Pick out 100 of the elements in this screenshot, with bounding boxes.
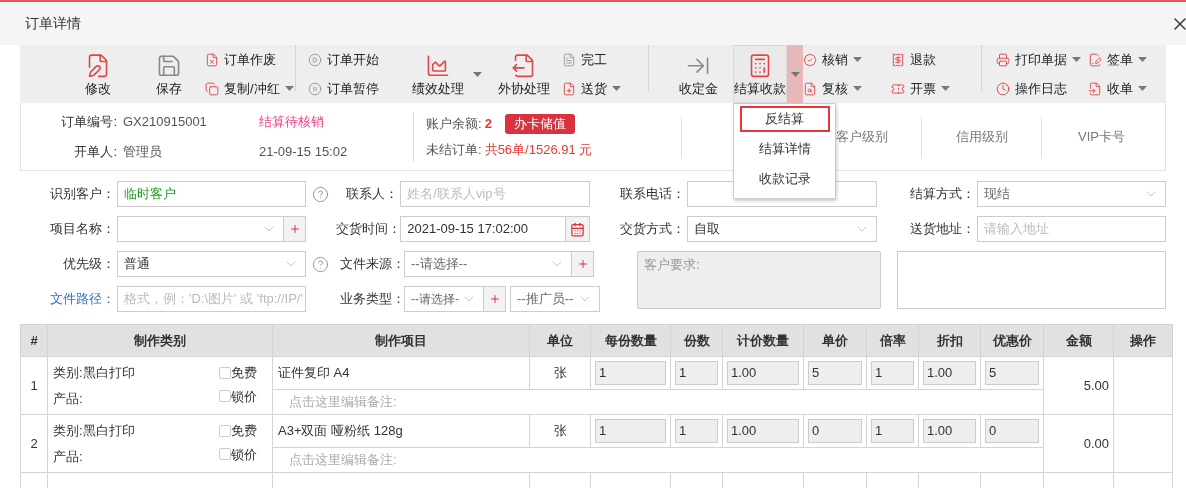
- checkbox[interactable]: [219, 366, 231, 379]
- checkbox[interactable]: [219, 448, 231, 461]
- column-label: 信用级别: [955, 127, 1008, 146]
- toolbar-button[interactable]: 退款: [891, 49, 981, 70]
- number-input[interactable]: 1: [595, 361, 666, 385]
- toolbar-button[interactable]: 外协处理: [486, 45, 562, 103]
- document-x-icon: [205, 52, 219, 67]
- receipt-icon: [891, 52, 905, 67]
- number-input[interactable]: 1.00: [923, 419, 976, 443]
- checkbox-label: 免费: [231, 364, 257, 382]
- toolbar-button[interactable]: 签单: [1088, 49, 1168, 70]
- toolbar-button[interactable]: 收定金: [663, 45, 733, 103]
- amount-cell: 5.00: [1043, 356, 1114, 415]
- plus-icon: [576, 258, 589, 270]
- toolbar-button[interactable]: 绩效处理: [408, 45, 468, 103]
- select-field[interactable]: [117, 216, 284, 242]
- number-input[interactable]: 1.00: [923, 361, 976, 385]
- add-button[interactable]: [284, 216, 306, 242]
- column-header: 份数: [670, 324, 723, 357]
- document-sign-icon: [1088, 52, 1102, 67]
- add-button[interactable]: [484, 286, 506, 312]
- field-label: 联系电话：: [619, 185, 687, 204]
- toolbar-button[interactable]: 核销: [803, 49, 891, 70]
- checkbox[interactable]: [219, 424, 231, 437]
- copy-icon: [205, 81, 219, 96]
- field-label: 识别客户：: [49, 185, 116, 204]
- number-input[interactable]: 0: [808, 419, 862, 443]
- dropdown-toggle[interactable]: [787, 45, 803, 103]
- field-label: 结算方式：: [909, 185, 976, 204]
- toolbar-button[interactable]: 完工: [562, 49, 648, 70]
- number-input[interactable]: 1: [871, 419, 914, 443]
- toolbar-button[interactable]: 操作日志: [996, 78, 1088, 99]
- select-field[interactable]: 普通: [117, 251, 306, 277]
- menu-item[interactable]: 收款记录: [739, 166, 830, 192]
- column-header: 倍率: [866, 324, 919, 357]
- menu-item[interactable]: 反结算: [739, 106, 830, 132]
- product-text: 产品:: [53, 447, 84, 466]
- select-field[interactable]: --推广员--: [510, 286, 600, 312]
- toolbar-button[interactable]: 修改: [63, 45, 133, 103]
- printer-icon: [996, 52, 1010, 67]
- caret-icon: [284, 86, 294, 91]
- toolbar-button[interactable]: 复核: [803, 78, 891, 99]
- caret-icon: [472, 71, 482, 77]
- calendar-button[interactable]: [566, 216, 591, 242]
- number-input[interactable]: 1: [871, 361, 914, 385]
- column-header: 计价数量: [722, 324, 804, 357]
- field-label: 交货方式：: [619, 220, 687, 239]
- toolbar-button[interactable]: 结算收款: [733, 45, 787, 103]
- caret-icon: [790, 71, 800, 77]
- number-input[interactable]: 5: [808, 361, 862, 385]
- caret-icon: [853, 57, 862, 62]
- toolbar-button[interactable]: 复制/冲红: [205, 78, 295, 99]
- notes-textarea[interactable]: [897, 251, 1166, 309]
- caret-icon: [1072, 57, 1081, 62]
- toolbar-button[interactable]: 送货: [562, 78, 648, 99]
- menu-item[interactable]: 结算详情: [739, 136, 830, 162]
- number-input[interactable]: 5: [985, 361, 1039, 385]
- recharge-button[interactable]: 办卡储值: [504, 113, 575, 134]
- document-icon: [562, 52, 576, 67]
- row-number: 1: [20, 356, 48, 415]
- toolbar-button[interactable]: 收单: [1088, 78, 1168, 99]
- toolbar-button[interactable]: 订单暂停: [308, 78, 408, 99]
- toolbar-button[interactable]: 打印单据: [996, 49, 1088, 70]
- order-number: GX210915001: [123, 113, 208, 131]
- field-label: 订单编号:: [60, 113, 118, 131]
- input-field[interactable]: 临时客户: [117, 181, 306, 207]
- number-input[interactable]: 1: [675, 419, 718, 443]
- number-input[interactable]: 1: [675, 361, 718, 385]
- pause-circle-icon: [308, 81, 322, 96]
- checkbox[interactable]: [219, 390, 231, 403]
- field-label: 联系人：: [345, 185, 400, 204]
- toolbar-button[interactable]: 订单开始: [308, 49, 408, 70]
- select-field[interactable]: --请选择--: [404, 251, 572, 277]
- column-header: 操作: [1113, 324, 1173, 357]
- number-input[interactable]: 1.00: [727, 419, 799, 443]
- select-field[interactable]: 自取: [687, 216, 878, 242]
- number-input[interactable]: 1.00: [727, 361, 799, 385]
- caret-icon: [1138, 86, 1147, 91]
- date-field[interactable]: 2021-09-15 17:02:00: [400, 216, 567, 242]
- caret-icon: [612, 86, 621, 91]
- number-input[interactable]: 1: [595, 419, 666, 443]
- field-label: 开单人:: [73, 142, 118, 161]
- column-label: 客户级别: [835, 127, 888, 146]
- add-button[interactable]: [572, 251, 594, 277]
- play-circle-icon: [308, 52, 322, 67]
- column-header: 单位: [529, 324, 591, 357]
- row-number: 2: [20, 414, 48, 473]
- document-plus-icon: [562, 81, 576, 96]
- select-field[interactable]: --请选择-: [404, 286, 484, 312]
- select-field[interactable]: 现结: [977, 181, 1166, 207]
- caret-icon: [1138, 57, 1147, 62]
- column-label: VIP卡号: [1078, 127, 1125, 146]
- toolbar-button[interactable]: 订单作废: [205, 49, 295, 70]
- toolbar-button[interactable]: 保存: [133, 45, 205, 103]
- window-title: 订单详情: [25, 14, 81, 33]
- column-header: 优惠价: [980, 324, 1044, 357]
- clock-icon: [996, 81, 1010, 96]
- number-input[interactable]: 0: [985, 419, 1039, 443]
- toolbar-button[interactable]: 开票: [891, 78, 981, 99]
- field-link[interactable]: 文件路径：: [20, 289, 117, 309]
